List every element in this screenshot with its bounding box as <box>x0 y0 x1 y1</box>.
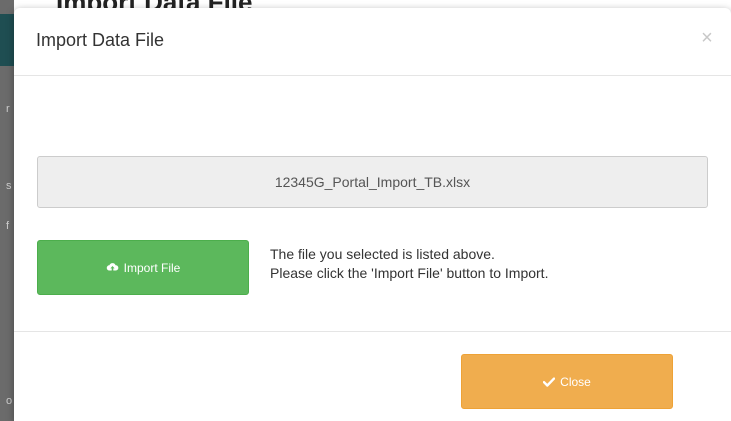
background-text-fragment: r <box>6 103 10 115</box>
close-button-label: Close <box>560 374 591 389</box>
import-file-label: Import File <box>123 260 181 275</box>
background-text-fragment: o <box>6 395 13 407</box>
import-file-button[interactable]: Import File <box>37 240 249 295</box>
instruction-line: The file you selected is listed above. <box>270 246 495 262</box>
modal-header: Import Data File × <box>14 8 731 76</box>
background-text-fragment: f <box>6 220 10 232</box>
import-data-modal: Import Data File × 12345G_Portal_Import_… <box>14 8 731 421</box>
background-page-left-edge: r s f o <box>0 0 14 421</box>
checkmark-icon <box>543 376 556 387</box>
selected-file-name: 12345G_Portal_Import_TB.xlsx <box>274 174 471 190</box>
modal-title: Import Data File <box>36 30 165 50</box>
close-button[interactable]: Close <box>461 354 673 409</box>
close-icon[interactable]: × <box>699 28 715 48</box>
selected-file-display: 12345G_Portal_Import_TB.xlsx <box>37 156 708 208</box>
background-text-fragment: s <box>6 180 12 192</box>
background-navbar-fragment <box>0 14 14 66</box>
instructions-text: The file you selected is listed above. P… <box>270 245 548 283</box>
instruction-line: Please click the 'Import File' button to… <box>270 265 549 281</box>
cloud-upload-icon <box>106 262 119 273</box>
